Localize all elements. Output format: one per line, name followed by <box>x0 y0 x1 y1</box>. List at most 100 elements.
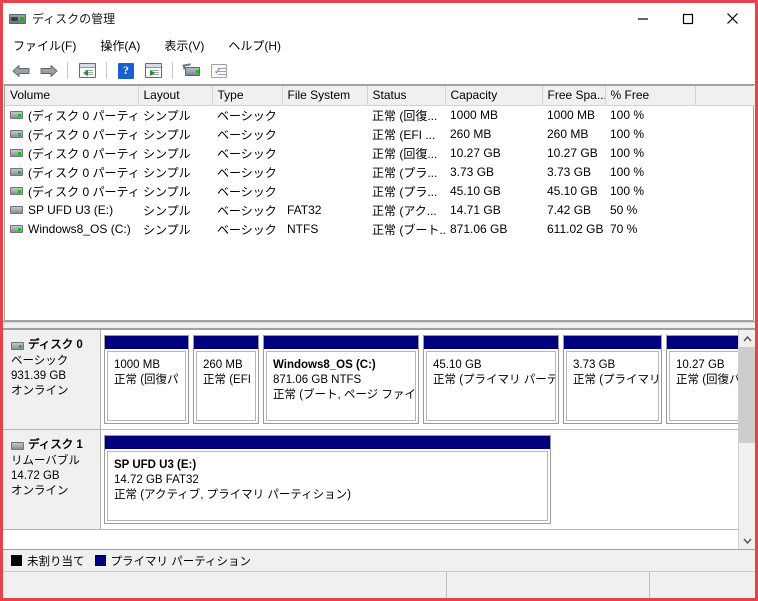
menu-help[interactable]: ヘルプ(H) <box>227 38 282 54</box>
show-action-pane-button[interactable] <box>141 60 165 82</box>
cell-status: 正常 (ブート... <box>372 222 445 237</box>
title-bar-left: ディスクの管理 <box>3 12 115 26</box>
legend-unallocated-label: 未割り当て <box>27 555 85 568</box>
help-button[interactable]: ? <box>114 60 138 82</box>
disk-info-1[interactable]: ディスク 1 リムーバブル 14.72 GB オンライン <box>3 430 101 529</box>
partition-block[interactable]: 260 MB 正常 (EFI <box>193 335 259 424</box>
graphical-view-scrollbar[interactable] <box>738 330 755 549</box>
cell-volume: Windows8_OS (C:) <box>5 220 138 239</box>
column-header-file-system[interactable]: File System <box>282 86 368 106</box>
toolbar-separator-3 <box>172 62 173 79</box>
back-button[interactable] <box>9 60 33 82</box>
cell-type: ベーシック <box>217 108 277 123</box>
partition-status: 正常 (回復パ <box>114 374 179 386</box>
menu-file[interactable]: ファイル(F) <box>12 38 77 54</box>
partition-size: 10.27 GB <box>676 359 725 371</box>
pane-splitter[interactable] <box>3 322 755 329</box>
scroll-down-button[interactable] <box>739 532 755 549</box>
volume-label: SP UFD U3 (E:) <box>28 203 114 217</box>
arrow-left-icon <box>12 64 29 77</box>
column-header-percent-free[interactable]: % Free <box>605 86 696 106</box>
cell-percent-free: 50 % <box>610 203 638 217</box>
column-header-volume[interactable]: Volume <box>5 86 139 106</box>
disk-0-partitions: 1000 MB 正常 (回復パ 260 MB 正常 (EFI Windows8_… <box>101 330 738 429</box>
table-row[interactable]: (ディスク 0 パーティシ... シンプル ベーシック 正常 (回復... 10… <box>5 105 755 125</box>
partition-capacity-bar <box>194 336 258 349</box>
cell-file-system: NTFS <box>287 222 319 236</box>
partition-block[interactable]: 10.27 GB 正常 (回復パーティシ <box>666 335 738 424</box>
volume-list-grid: Volume Layout Type File System Status Ca… <box>4 85 755 321</box>
minimize-button[interactable] <box>620 3 665 34</box>
graphical-view-scroll-area: ディスク 0 ベーシック 931.39 GB オンライン 1000 MB 正常 … <box>3 330 738 549</box>
cell-layout: シンプル <box>143 184 191 199</box>
cell-file-system <box>282 105 367 125</box>
cell-volume: (ディスク 0 パーティシ... <box>5 125 138 144</box>
close-button[interactable] <box>710 3 755 34</box>
rescan-disks-button[interactable] <box>180 60 204 82</box>
menu-action[interactable]: 操作(A) <box>99 38 141 54</box>
column-header-type[interactable]: Type <box>212 86 283 106</box>
column-header-layout[interactable]: Layout <box>138 86 213 106</box>
window-title: ディスクの管理 <box>32 11 116 26</box>
cell-percent-free: 100 % <box>610 127 645 141</box>
disk-info-0[interactable]: ディスク 0 ベーシック 931.39 GB オンライン <box>3 330 101 429</box>
disk-name: ディスク 1 <box>28 439 83 451</box>
partition-block[interactable]: SP UFD U3 (E:) 14.72 GB FAT32 正常 (アクティブ,… <box>104 435 551 524</box>
status-pane-3 <box>650 572 755 598</box>
volume-drive-icon <box>10 111 23 119</box>
volume-drive-icon <box>10 168 23 176</box>
legend-unallocated: 未割り当て <box>11 553 85 569</box>
column-header-status[interactable]: Status <box>367 86 446 106</box>
disk-management-window: ディスクの管理 ファイル(F) 操作(A) 表示(V) ヘルプ(H) ? ✓ V… <box>0 0 758 601</box>
cell-free-space: 611.02 GB <box>547 222 604 236</box>
partition-capacity-bar <box>564 336 661 349</box>
disk-row-0[interactable]: ディスク 0 ベーシック 931.39 GB オンライン 1000 MB 正常 … <box>3 330 738 430</box>
disk-name: ディスク 0 <box>28 339 83 351</box>
column-header-free-space[interactable]: Free Spa... <box>542 86 606 106</box>
scroll-track[interactable] <box>739 347 755 532</box>
cell-capacity: 14.71 GB <box>450 203 501 217</box>
table-row[interactable]: (ディスク 0 パーティシ... シンプル ベーシック 正常 (プラ... 3.… <box>5 163 755 182</box>
cell-file-system <box>282 125 367 144</box>
volume-drive-icon <box>10 149 23 157</box>
partition-block[interactable]: Windows8_OS (C:) 871.06 GB NTFS 正常 (ブート,… <box>263 335 419 424</box>
menu-view[interactable]: 表示(V) <box>163 38 205 54</box>
disk-state: オンライン <box>11 485 69 497</box>
partition-block[interactable]: 3.73 GB 正常 (プライマリ, <box>563 335 662 424</box>
cell-blank <box>695 201 755 220</box>
partition-block[interactable]: 1000 MB 正常 (回復パ <box>104 335 189 424</box>
column-header-capacity[interactable]: Capacity <box>445 86 543 106</box>
table-row[interactable]: Windows8_OS (C:) シンプル ベーシック NTFS 正常 (ブート… <box>5 220 755 239</box>
cell-status: 正常 (プラ... <box>372 184 438 199</box>
scroll-up-button[interactable] <box>739 330 755 347</box>
table-row[interactable]: (ディスク 0 パーティシ... シンプル ベーシック 正常 (プラ... 45… <box>5 182 755 201</box>
cell-percent-free: 70 % <box>610 222 638 236</box>
toolbar-separator-1 <box>67 62 68 79</box>
cell-status: 正常 (アク... <box>372 203 437 218</box>
show-hide-console-tree-button[interactable] <box>75 60 99 82</box>
disk-size: 14.72 GB <box>11 470 60 482</box>
removable-drive-icon <box>11 441 24 450</box>
partition-size: 3.73 GB <box>573 359 616 371</box>
partition-size: 871.06 GB NTFS <box>273 374 362 386</box>
cell-volume: (ディスク 0 パーティシ... <box>5 105 138 125</box>
volume-table-body: (ディスク 0 パーティシ... シンプル ベーシック 正常 (回復... 10… <box>5 105 755 239</box>
disk-row-1[interactable]: ディスク 1 リムーバブル 14.72 GB オンライン SP UFD U3 (… <box>3 430 738 530</box>
column-header-blank[interactable] <box>695 86 755 106</box>
cell-blank <box>695 220 755 239</box>
console-tree-icon <box>78 63 96 78</box>
removable-drive-icon <box>10 206 23 214</box>
properties-button[interactable]: ✓ <box>207 60 231 82</box>
table-row[interactable]: (ディスク 0 パーティシ... シンプル ベーシック 正常 (EFI ... … <box>5 125 755 144</box>
scroll-thumb[interactable] <box>739 347 755 443</box>
properties-list-icon: ✓ <box>211 63 227 78</box>
status-bar <box>3 571 755 598</box>
forward-button[interactable] <box>36 60 60 82</box>
maximize-button[interactable] <box>665 3 710 34</box>
table-row[interactable]: SP UFD U3 (E:) シンプル ベーシック FAT32 正常 (アク..… <box>5 201 755 220</box>
cell-blank <box>695 163 755 182</box>
partition-block[interactable]: 45.10 GB 正常 (プライマリ パーティ <box>423 335 559 424</box>
cell-file-system <box>282 182 367 201</box>
cell-layout: シンプル <box>143 165 191 180</box>
table-row[interactable]: (ディスク 0 パーティシ... シンプル ベーシック 正常 (回復... 10… <box>5 144 755 163</box>
